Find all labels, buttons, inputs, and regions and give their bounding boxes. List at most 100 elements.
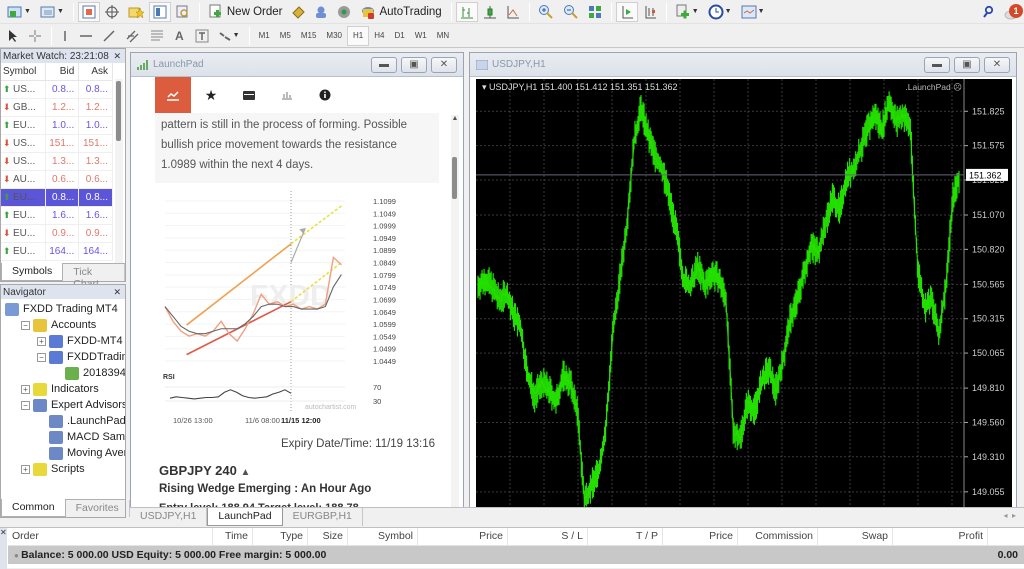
column-header-ask[interactable]: Ask xyxy=(78,63,113,81)
market-watch-row[interactable]: ⬇ US... 151... 151... xyxy=(1,134,113,153)
timeframe-m15[interactable]: M15 xyxy=(296,26,322,46)
horizontal-line-tool[interactable] xyxy=(75,26,97,46)
search-button[interactable] xyxy=(978,2,998,22)
tile-windows-button[interactable] xyxy=(584,2,606,22)
metaeditor-button[interactable] xyxy=(287,2,309,22)
strategy-tester-toggle[interactable] xyxy=(172,2,194,22)
signals-button[interactable] xyxy=(333,2,355,22)
minimize-button[interactable]: ▬ xyxy=(371,56,397,73)
navigator-item[interactable]: MACD Sample xyxy=(1,429,125,445)
market-watch-row[interactable]: ⬆ EU... 1.0... 1.0... xyxy=(1,116,113,135)
collapse-icon[interactable]: − xyxy=(21,320,30,330)
expand-icon[interactable]: + xyxy=(21,464,30,474)
close-button[interactable]: ✕ xyxy=(431,56,457,73)
launchpad-titlebar[interactable]: LaunchPad ▬ ▣ ✕ xyxy=(131,53,463,77)
auto-scroll-button[interactable] xyxy=(615,1,638,22)
column-header[interactable]: Size xyxy=(308,528,348,545)
column-header-symbol[interactable]: Symbol xyxy=(1,63,46,81)
expand-icon[interactable]: + xyxy=(37,336,46,346)
column-header[interactable]: Price xyxy=(418,528,508,545)
market-watch-row[interactable]: ⬇ AU... 0.6... 0.6... xyxy=(1,170,113,189)
close-button[interactable]: ✕ xyxy=(984,56,1010,73)
column-header[interactable]: Symbol xyxy=(348,528,418,545)
balance-row[interactable]: ● Balance: 5 000.00 USD Equity: 5 000.00… xyxy=(8,546,1024,564)
navigator-item[interactable]: .LaunchPad xyxy=(1,413,125,429)
timeframe-d1[interactable]: D1 xyxy=(389,26,409,46)
close-icon[interactable]: ✕ xyxy=(0,528,7,569)
notifications-button[interactable]: 1 xyxy=(999,2,1023,22)
zoom-out-button[interactable] xyxy=(559,2,583,22)
nav-calendar[interactable] xyxy=(231,77,267,113)
column-header[interactable]: T / P xyxy=(588,528,663,545)
line-chart-button[interactable] xyxy=(502,2,524,22)
market-watch-scrollbar[interactable] xyxy=(115,79,123,263)
expand-icon[interactable]: + xyxy=(21,384,30,394)
timeframe-h1[interactable]: H1 xyxy=(346,25,370,46)
navigator-item[interactable]: + Scripts xyxy=(1,461,125,477)
nav-patterns[interactable] xyxy=(155,77,191,113)
timeframe-mn[interactable]: MN xyxy=(432,26,454,46)
column-header[interactable]: Price xyxy=(663,528,738,545)
nav-statistics[interactable] xyxy=(269,77,305,113)
doc-tab[interactable]: USDJPY,H1 xyxy=(130,508,208,526)
column-header[interactable]: Swap xyxy=(818,528,893,545)
timeframe-m5[interactable]: M5 xyxy=(275,26,296,46)
vertical-line-tool[interactable] xyxy=(56,26,74,46)
timeframe-h4[interactable]: H4 xyxy=(369,26,389,46)
doc-tab[interactable]: EURGBP,H1 xyxy=(283,508,363,526)
collapse-icon[interactable]: − xyxy=(21,400,30,410)
column-header[interactable]: S / L xyxy=(508,528,588,545)
scroll-thumb[interactable] xyxy=(452,157,457,199)
community-button[interactable] xyxy=(310,2,332,22)
column-header[interactable]: Time xyxy=(213,528,253,545)
navigator-item[interactable]: FXDD Trading MT4 xyxy=(1,301,125,317)
nav-info[interactable] xyxy=(307,77,343,113)
channel-tool[interactable] xyxy=(121,26,145,46)
navigator-item[interactable]: − Accounts xyxy=(1,317,125,333)
tab-symbols[interactable]: Symbols xyxy=(1,263,64,281)
timeframe-w1[interactable]: W1 xyxy=(410,26,432,46)
tab-favorites[interactable]: Favorites xyxy=(66,500,130,517)
chart-titlebar[interactable]: USDJPY,H1 ▬ ▣ ✕ xyxy=(470,53,1016,77)
navigator-item[interactable]: −FXDDTrading- xyxy=(1,349,125,365)
new-chart-button[interactable]: ▼ xyxy=(3,2,35,22)
arrows-tool[interactable]: ▼ xyxy=(214,26,244,46)
navigator-item[interactable]: + Indicators xyxy=(1,381,125,397)
price-chart[interactable]: 151.825151.575151.325151.070150.820150.5… xyxy=(476,79,1012,509)
trendline-tool[interactable] xyxy=(98,26,120,46)
candlesticks-button[interactable] xyxy=(479,2,501,22)
crosshair-tool[interactable] xyxy=(24,26,46,46)
maximize-button[interactable]: ▣ xyxy=(401,56,427,73)
navigator-item[interactable]: − Expert Advisors xyxy=(1,397,125,413)
navigator-toggle[interactable] xyxy=(124,2,148,22)
navigator-item[interactable]: Moving Avera xyxy=(1,445,125,461)
column-header[interactable]: Order xyxy=(8,528,213,545)
autotrading-button[interactable]: AutoTrading xyxy=(356,2,445,22)
collapse-icon[interactable]: − xyxy=(37,352,46,362)
terminal-toggle[interactable] xyxy=(148,1,171,22)
close-icon[interactable]: ✕ xyxy=(113,51,121,62)
market-watch-row[interactable]: ⬆ US... 0.8... 0.8... xyxy=(1,80,113,99)
chart-shift-button[interactable] xyxy=(639,2,661,22)
collapse-arrow-icon[interactable]: ▾ xyxy=(482,82,489,92)
navigator-item[interactable]: +FXDD-MT4 De xyxy=(1,333,125,349)
tab-tick-chart[interactable]: Tick Chart xyxy=(63,264,125,290)
column-header[interactable]: Commission xyxy=(738,528,818,545)
profiles-button[interactable]: ▼ xyxy=(36,2,68,22)
market-watch-row[interactable]: ⬇ EU... 0.9... 0.9... xyxy=(1,224,113,243)
timeframe-m30[interactable]: M30 xyxy=(321,26,347,46)
market-watch-row[interactable]: ⬆ EU... 164... 164... xyxy=(1,242,113,261)
nav-favorites[interactable]: ★ xyxy=(193,77,229,113)
maximize-button[interactable]: ▣ xyxy=(954,56,980,73)
fibonacci-tool[interactable] xyxy=(146,26,168,46)
text-tool[interactable]: A xyxy=(169,26,190,46)
market-watch-toggle[interactable] xyxy=(77,1,100,22)
text-label-tool[interactable] xyxy=(191,26,213,46)
scroll-up-icon[interactable]: ▲ xyxy=(451,115,459,122)
doc-tab[interactable]: LaunchPad xyxy=(207,508,283,526)
launchpad-scrollbar[interactable]: ▲ xyxy=(451,115,459,523)
market-watch-row[interactable]: ⬆ EU... 1.6... 1.6... xyxy=(1,206,113,225)
indicators-button[interactable]: ▼ xyxy=(671,2,703,22)
column-header-bid[interactable]: Bid xyxy=(45,63,80,81)
cursor-tool[interactable] xyxy=(3,26,23,46)
